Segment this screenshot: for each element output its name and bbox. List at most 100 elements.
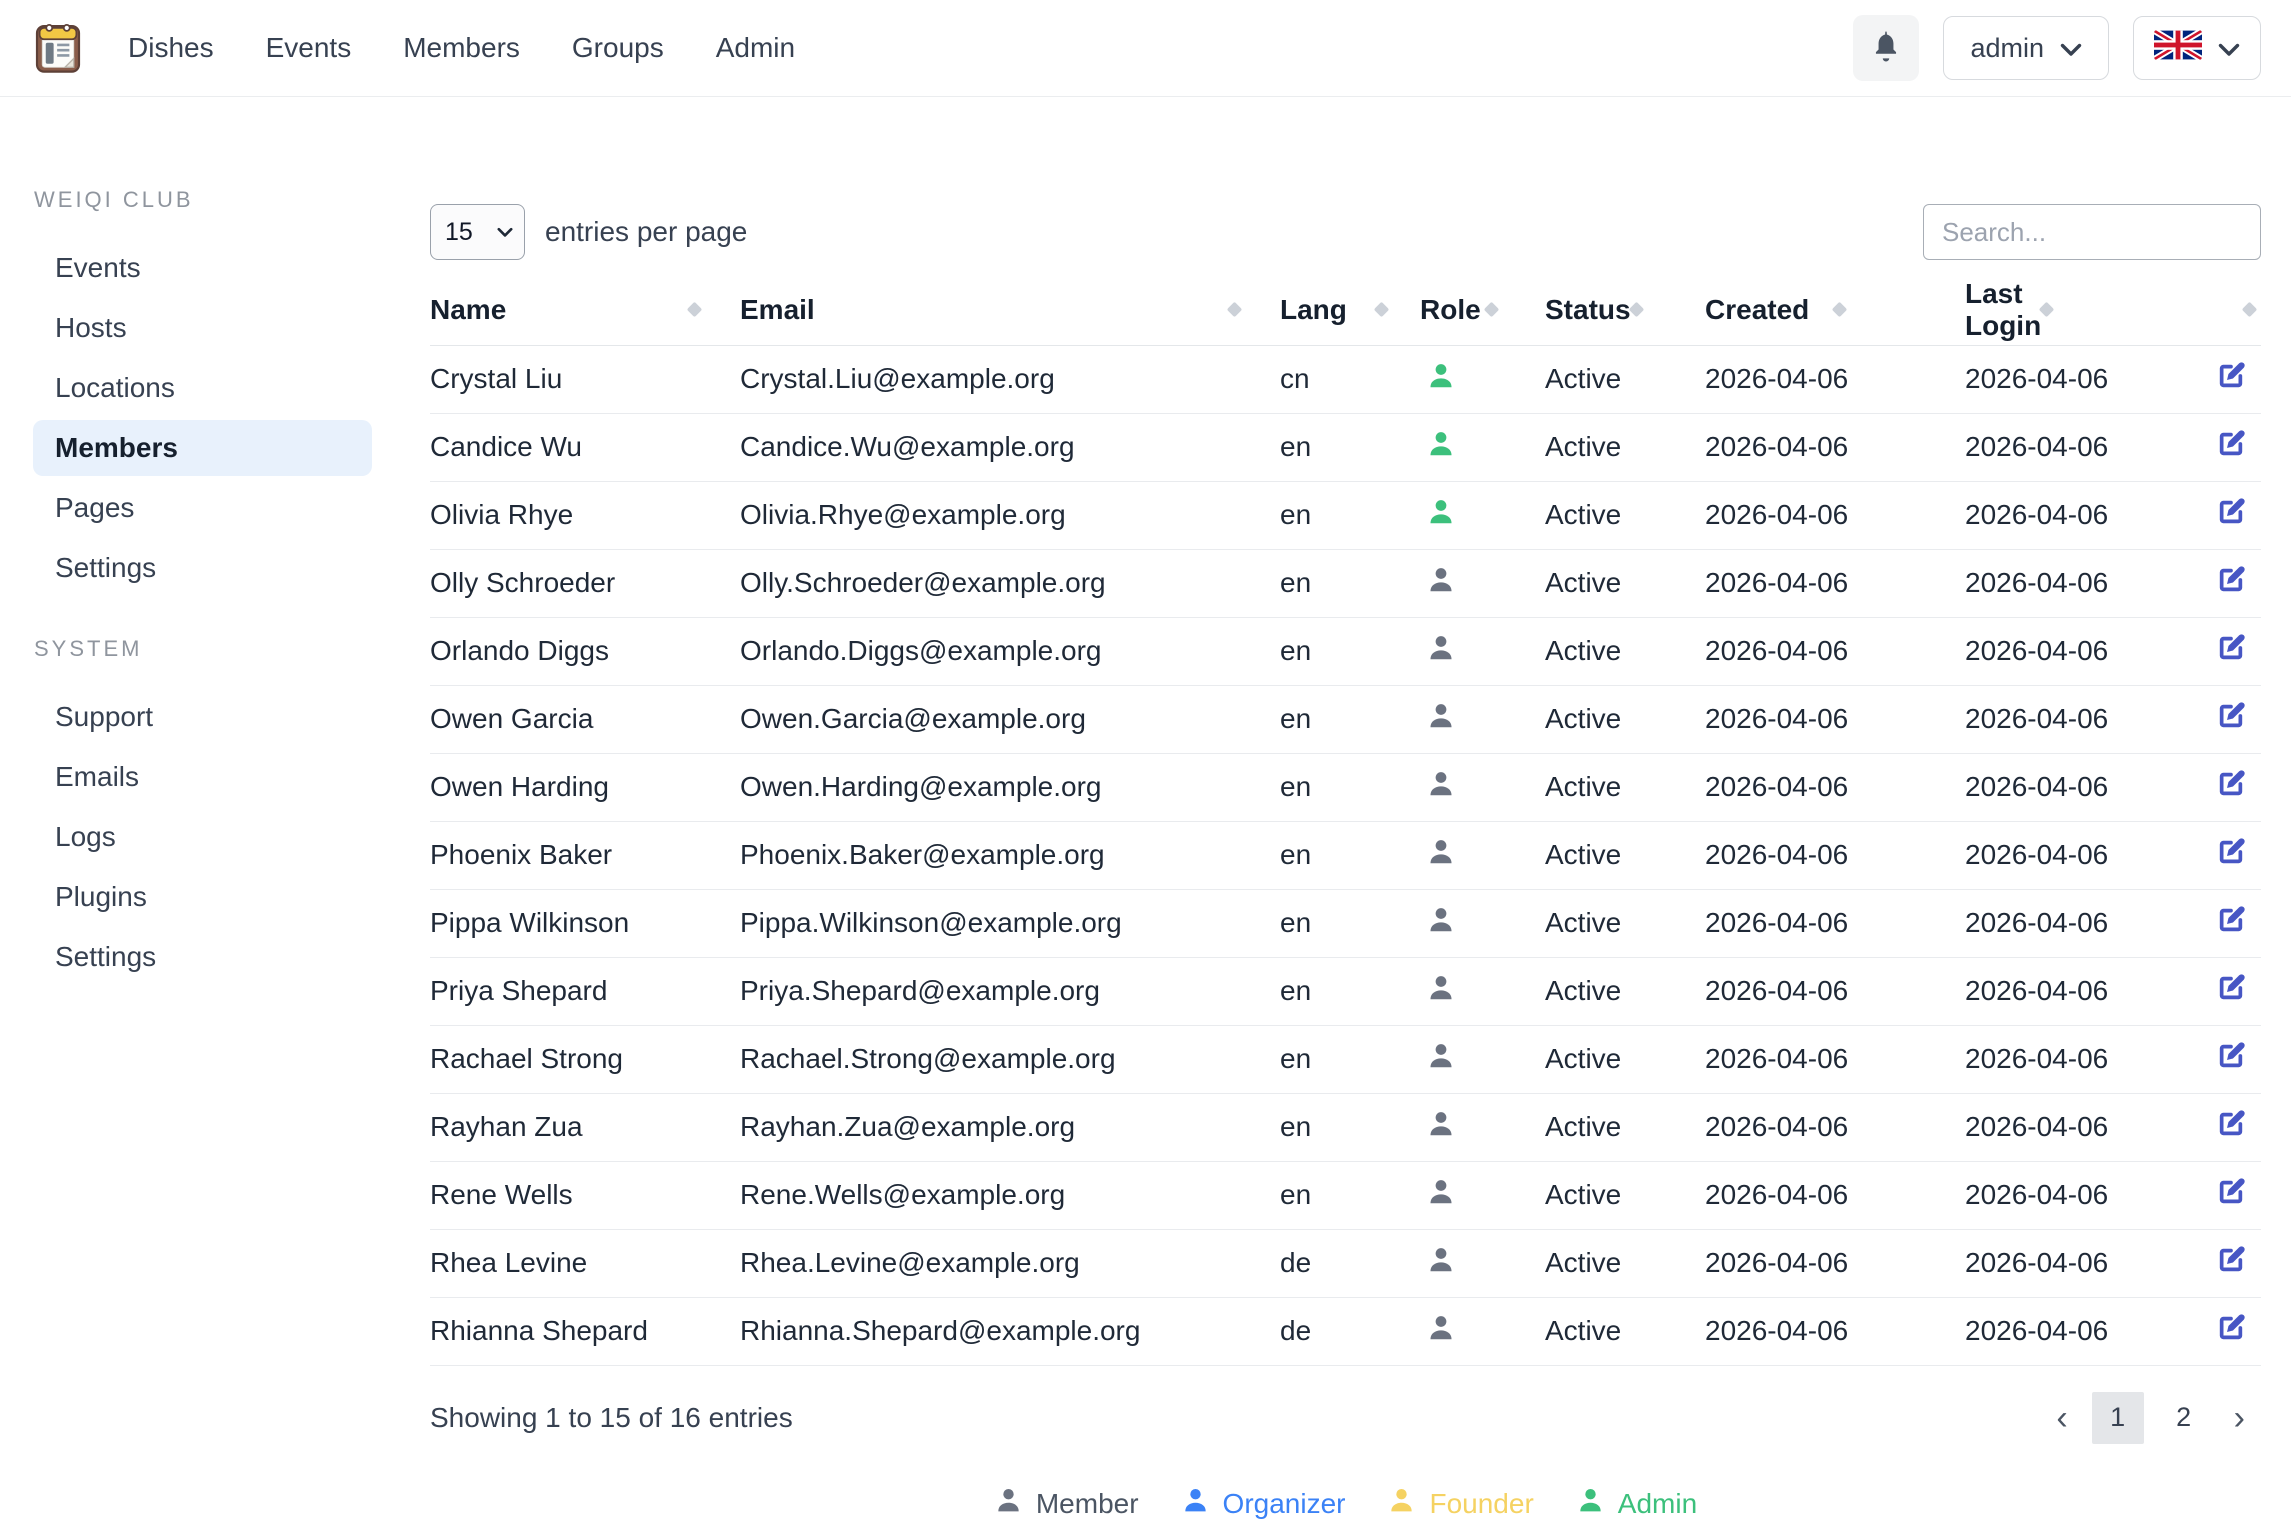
cell-lang: en xyxy=(1280,413,1420,481)
legend-label: Organizer xyxy=(1223,1488,1346,1520)
search-input[interactable] xyxy=(1923,204,2261,260)
edit-member-button[interactable] xyxy=(2214,835,2248,869)
pagination-page-1[interactable]: 1 xyxy=(2092,1392,2144,1444)
sort-icon[interactable] xyxy=(1628,302,1644,318)
column-header-created[interactable]: Created xyxy=(1705,275,1965,345)
edit-member-button[interactable] xyxy=(2214,699,2248,733)
role-person-icon-member xyxy=(1426,706,1456,737)
column-header-actions[interactable] xyxy=(2200,275,2261,345)
cell-status: Active xyxy=(1545,821,1705,889)
edit-member-button[interactable] xyxy=(2214,1039,2248,1073)
cell-name: Olivia Rhye xyxy=(430,481,740,549)
user-menu-label: admin xyxy=(1970,33,2044,64)
sort-icon[interactable] xyxy=(2039,302,2055,318)
table-row: Crystal LiuCrystal.Liu@example.orgcnActi… xyxy=(430,345,2261,413)
uk-flag-icon xyxy=(2154,30,2202,67)
edit-member-button[interactable] xyxy=(2214,495,2248,529)
role-person-icon-member xyxy=(1426,1250,1456,1281)
cell-email: Rene.Wells@example.org xyxy=(740,1161,1280,1229)
cell-name: Crystal Liu xyxy=(430,345,740,413)
role-person-icon-member xyxy=(1426,1046,1456,1077)
edit-member-button[interactable] xyxy=(2214,767,2248,801)
language-menu-button[interactable] xyxy=(2133,16,2261,80)
pagination-prev-button[interactable]: ‹ xyxy=(2040,1392,2083,1444)
entries-per-page-select[interactable]: 15 xyxy=(430,204,525,260)
sidebar-item-emails[interactable]: Emails xyxy=(33,749,372,805)
pagination: ‹ 12 › xyxy=(2040,1392,2261,1444)
column-header-last-login[interactable]: Last Login xyxy=(1965,275,2200,345)
edit-member-button[interactable] xyxy=(2214,427,2248,461)
sidebar-item-members[interactable]: Members xyxy=(33,420,372,476)
notifications-button[interactable] xyxy=(1853,15,1919,81)
nav-item-events[interactable]: Events xyxy=(266,32,352,64)
cell-name: Rhianna Shepard xyxy=(430,1297,740,1365)
role-person-icon-member xyxy=(1426,842,1456,873)
edit-member-button[interactable] xyxy=(2214,631,2248,665)
sidebar-item-settings[interactable]: Settings xyxy=(33,540,372,596)
sidebar-item-locations[interactable]: Locations xyxy=(33,360,372,416)
cell-role xyxy=(1420,889,1545,957)
cell-role xyxy=(1420,1297,1545,1365)
column-header-lang[interactable]: Lang xyxy=(1280,275,1420,345)
sort-icon[interactable] xyxy=(1832,302,1848,318)
edit-member-button[interactable] xyxy=(2214,1107,2248,1141)
sort-icon[interactable] xyxy=(1227,302,1243,318)
cell-email: Owen.Harding@example.org xyxy=(740,753,1280,821)
cell-created: 2026-04-06 xyxy=(1705,957,1965,1025)
cell-actions xyxy=(2200,549,2261,617)
role-person-icon-member xyxy=(1426,1182,1456,1213)
sort-icon[interactable] xyxy=(687,302,703,318)
column-header-name[interactable]: Name xyxy=(430,275,740,345)
nav-item-dishes[interactable]: Dishes xyxy=(128,32,214,64)
sidebar-item-settings[interactable]: Settings xyxy=(33,929,372,985)
edit-member-button[interactable] xyxy=(2214,359,2248,393)
pagination-pages: 12 xyxy=(2092,1392,2210,1444)
column-label: Role xyxy=(1420,294,1481,326)
role-person-icon-member xyxy=(1426,570,1456,601)
sidebar-item-events[interactable]: Events xyxy=(33,240,372,296)
cell-actions xyxy=(2200,1297,2261,1365)
cell-actions xyxy=(2200,345,2261,413)
table-row: Priya ShepardPriya.Shepard@example.orgen… xyxy=(430,957,2261,1025)
cell-name: Rayhan Zua xyxy=(430,1093,740,1161)
edit-member-button[interactable] xyxy=(2214,563,2248,597)
app-logo-clipboard-icon[interactable] xyxy=(30,20,86,76)
sidebar-heading-system: SYSTEM xyxy=(34,636,430,662)
pagination-next-button[interactable]: › xyxy=(2218,1392,2261,1444)
sort-icon[interactable] xyxy=(2242,302,2258,318)
edit-icon xyxy=(2214,721,2248,736)
cell-email: Rhianna.Shepard@example.org xyxy=(740,1297,1280,1365)
sort-icon[interactable] xyxy=(1374,302,1390,318)
column-header-status[interactable]: Status xyxy=(1545,275,1705,345)
cell-name: Priya Shepard xyxy=(430,957,740,1025)
cell-created: 2026-04-06 xyxy=(1705,1093,1965,1161)
edit-member-button[interactable] xyxy=(2214,1311,2248,1345)
pagination-page-2[interactable]: 2 xyxy=(2158,1392,2210,1444)
legend-label: Founder xyxy=(1429,1488,1533,1520)
nav-item-members[interactable]: Members xyxy=(403,32,520,64)
sidebar-item-pages[interactable]: Pages xyxy=(33,480,372,536)
sort-icon[interactable] xyxy=(1484,302,1500,318)
sidebar-item-support[interactable]: Support xyxy=(33,689,372,745)
person-icon-founder xyxy=(1387,1486,1416,1522)
edit-member-button[interactable] xyxy=(2214,1175,2248,1209)
cell-actions xyxy=(2200,889,2261,957)
cell-lang: en xyxy=(1280,1093,1420,1161)
cell-last-login: 2026-04-06 xyxy=(1965,1229,2200,1297)
sidebar-item-plugins[interactable]: Plugins xyxy=(33,869,372,925)
user-menu-button[interactable]: admin xyxy=(1943,16,2109,80)
cell-role xyxy=(1420,413,1545,481)
column-header-email[interactable]: Email xyxy=(740,275,1280,345)
edit-member-button[interactable] xyxy=(2214,903,2248,937)
sidebar-item-hosts[interactable]: Hosts xyxy=(33,300,372,356)
entries-per-page-label: entries per page xyxy=(545,216,747,248)
cell-name: Rene Wells xyxy=(430,1161,740,1229)
nav-item-admin[interactable]: Admin xyxy=(716,32,795,64)
edit-member-button[interactable] xyxy=(2214,1243,2248,1277)
sidebar-item-logs[interactable]: Logs xyxy=(33,809,372,865)
edit-icon xyxy=(2214,449,2248,464)
column-header-role[interactable]: Role xyxy=(1420,275,1545,345)
nav-item-groups[interactable]: Groups xyxy=(572,32,664,64)
edit-member-button[interactable] xyxy=(2214,971,2248,1005)
cell-name: Owen Garcia xyxy=(430,685,740,753)
